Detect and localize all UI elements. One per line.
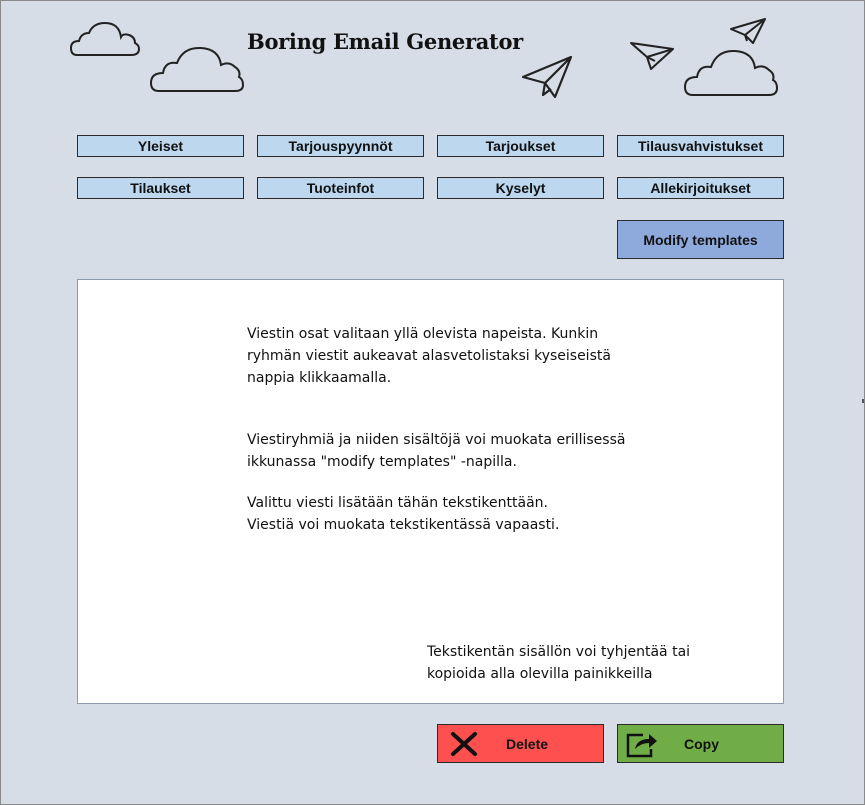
modify-templates-button[interactable]: Modify templates	[617, 220, 784, 259]
paper-plane-icon	[730, 18, 766, 44]
category-button-tarjoukset[interactable]: Tarjoukset	[437, 135, 604, 157]
share-arrow-icon	[626, 733, 657, 758]
copy-button[interactable]: Copy	[617, 724, 784, 763]
category-button-kyselyt[interactable]: Kyselyt	[437, 177, 604, 199]
instruction-text-1: Viestin osat valitaan yllä olevista nape…	[247, 326, 611, 386]
instruction-text-3: Valittu viesti lisätään tähän tekstikent…	[247, 495, 560, 533]
delete-button-label: Delete	[506, 736, 549, 752]
app-title: Boring Email Generator	[247, 29, 523, 54]
paper-plane-icon	[630, 42, 674, 70]
instruction-text-2: Viestiryhmiä ja niiden sisältöjä voi muo…	[247, 432, 626, 470]
cloud-icon	[69, 21, 141, 56]
category-button-tarjouspyynnot[interactable]: Tarjouspyynnöt	[257, 135, 424, 157]
message-text-field[interactable]: Viestin osat valitaan yllä olevista nape…	[77, 279, 784, 704]
category-button-tilaukset[interactable]: Tilaukset	[77, 177, 244, 199]
delete-button[interactable]: Delete	[437, 724, 604, 763]
cloud-icon	[149, 46, 245, 92]
category-button-tuoteinfot[interactable]: Tuoteinfot	[257, 177, 424, 199]
category-button-allekirjoitukset[interactable]: Allekirjoitukset	[617, 177, 784, 199]
category-button-yleiset[interactable]: Yleiset	[77, 135, 244, 157]
copy-button-label: Copy	[684, 736, 719, 752]
paper-plane-icon	[521, 55, 573, 99]
instruction-text-4: Tekstikentän sisällön voi tyhjentää tai …	[427, 644, 691, 682]
close-x-icon	[451, 732, 477, 756]
cloud-icon	[683, 49, 779, 96]
scrollbar-marker	[862, 399, 864, 403]
category-button-tilausvahvistukset[interactable]: Tilausvahvistukset	[617, 135, 784, 157]
